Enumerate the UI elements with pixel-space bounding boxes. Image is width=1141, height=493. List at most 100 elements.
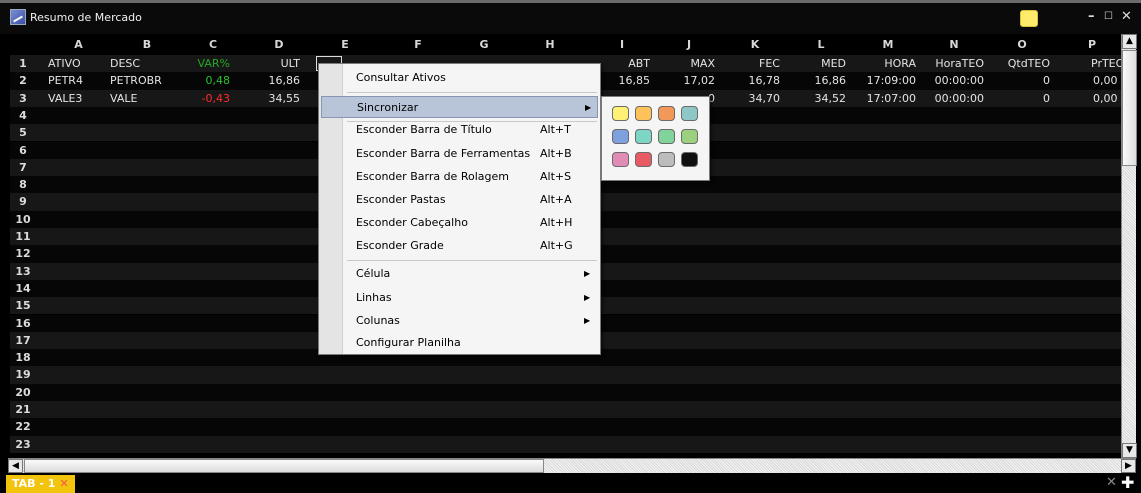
cell[interactable]: ABT — [600, 55, 650, 72]
cell[interactable]: HORA — [856, 55, 916, 72]
sync-color-submenu — [601, 96, 710, 181]
cell[interactable]: FEC — [725, 55, 780, 72]
cell[interactable]: MED — [791, 55, 846, 72]
color-swatch-teal[interactable] — [681, 106, 698, 121]
cell[interactable]: HoraTEO — [922, 55, 984, 72]
close-tab-icon[interactable]: ✕ — [1106, 475, 1117, 490]
color-swatch-aqua[interactable] — [635, 129, 652, 144]
col-header-l[interactable]: L — [791, 34, 851, 55]
color-swatch-blue[interactable] — [612, 129, 629, 144]
cell[interactable]: -0,43 — [180, 90, 230, 107]
cell[interactable]: 16,78 — [725, 72, 781, 89]
table-row[interactable]: 21 — [10, 401, 1121, 419]
cell[interactable]: VALE3 — [48, 90, 108, 107]
table-row[interactable]: 19 — [10, 366, 1121, 384]
cell[interactable]: 16,86 — [791, 72, 847, 89]
menu-item-esconder-cabecalho[interactable]: Esconder Cabeçalho Alt+H — [321, 212, 598, 234]
horizontal-scrollbar[interactable]: ◀ ▶ — [8, 458, 1136, 473]
color-swatch-orange[interactable] — [658, 106, 675, 121]
menu-item-sincronizar[interactable]: Sincronizar ▶ — [321, 96, 598, 118]
menu-item-linhas[interactable]: Linhas ▶ — [321, 287, 598, 309]
tab-close-icon[interactable]: ✕ — [59, 477, 68, 490]
col-header-i[interactable]: I — [592, 34, 652, 55]
col-header-b[interactable]: B — [112, 34, 182, 55]
color-swatch-pink[interactable] — [612, 152, 629, 167]
cell[interactable]: PrTEO — [1091, 55, 1121, 72]
menu-item-colunas[interactable]: Colunas ▶ — [321, 310, 598, 332]
col-header-m[interactable]: M — [858, 34, 918, 55]
cell[interactable]: 17,02 — [660, 72, 716, 89]
cell[interactable]: 34,70 — [725, 90, 781, 107]
cell[interactable]: QtdTEO — [992, 55, 1050, 72]
scroll-up-icon[interactable]: ▲ — [1122, 34, 1137, 49]
sticky-note-button[interactable] — [1020, 10, 1038, 27]
cell[interactable]: 17:09:00 — [856, 72, 916, 89]
cell[interactable]: 0,00 — [1093, 72, 1121, 89]
color-swatch-light-orange[interactable] — [635, 106, 652, 121]
cell[interactable]: 00:00:00 — [922, 72, 984, 89]
cell[interactable]: 00:00:00 — [922, 90, 984, 107]
maximize-icon[interactable]: ☐ — [1104, 11, 1113, 22]
color-swatch-yellow[interactable] — [612, 106, 629, 121]
row-number: 15 — [15, 299, 31, 313]
cell[interactable]: ULT — [250, 55, 300, 72]
col-header-o[interactable]: O — [992, 34, 1052, 55]
cell[interactable]: 0,00 — [1093, 90, 1121, 107]
menu-item-esconder-ferramentas[interactable]: Esconder Barra de Ferramentas Alt+B — [321, 143, 598, 165]
menu-item-consultar-ativos[interactable]: Consultar Ativos — [321, 67, 598, 89]
cell[interactable]: 16,85 — [600, 72, 651, 89]
horizontal-scroll-thumb[interactable] — [24, 459, 544, 473]
tab-label: TAB - 1 — [12, 477, 56, 490]
cell[interactable]: 0,48 — [180, 72, 231, 89]
scroll-right-icon[interactable]: ▶ — [1121, 459, 1136, 473]
minimize-icon[interactable]: – — [1088, 9, 1095, 24]
color-swatch-light-green[interactable] — [681, 129, 698, 144]
col-header-k[interactable]: K — [725, 34, 785, 55]
table-row[interactable]: 20 — [10, 383, 1121, 401]
col-header-c[interactable]: C — [188, 34, 238, 55]
color-swatch-gray[interactable] — [658, 152, 675, 167]
scroll-down-icon[interactable]: ▼ — [1122, 443, 1137, 458]
cell[interactable]: 0 — [992, 90, 1050, 107]
cell[interactable]: 0 — [992, 72, 1050, 89]
col-header-a[interactable]: A — [51, 34, 106, 55]
menu-item-celula[interactable]: Célula ▶ — [321, 263, 598, 285]
menu-item-esconder-titulo[interactable]: Esconder Barra de Título Alt+T — [321, 119, 598, 141]
cell[interactable]: 34,52 — [791, 90, 847, 107]
cell[interactable]: 16,86 — [250, 72, 301, 89]
menu-item-esconder-rolagem[interactable]: Esconder Barra de Rolagem Alt+S — [321, 166, 598, 188]
menu-item-configurar-planilha[interactable]: Configurar Planilha — [321, 332, 598, 354]
cell[interactable]: VALE — [110, 90, 180, 107]
col-header-e[interactable]: E — [320, 34, 370, 55]
close-icon[interactable]: ✕ — [1121, 9, 1132, 24]
vertical-scroll-thumb[interactable] — [1122, 50, 1137, 166]
tab-1[interactable]: TAB - 1 ✕ — [6, 475, 75, 493]
color-swatch-black[interactable] — [681, 152, 698, 167]
col-header-h[interactable]: H — [520, 34, 580, 55]
cell[interactable]: ATIVO — [48, 55, 108, 72]
color-swatch-red[interactable] — [635, 152, 652, 167]
menu-item-esconder-pastas[interactable]: Esconder Pastas Alt+A — [321, 189, 598, 211]
table-row[interactable]: 22 — [10, 418, 1121, 436]
cell[interactable]: MAX — [660, 55, 715, 72]
cell[interactable]: 17:07:00 — [856, 90, 916, 107]
add-tab-icon[interactable]: ✚ — [1121, 473, 1134, 492]
col-header-n[interactable]: N — [924, 34, 984, 55]
col-header-f[interactable]: F — [388, 34, 448, 55]
scroll-left-icon[interactable]: ◀ — [8, 459, 23, 473]
color-swatch-green[interactable] — [658, 129, 675, 144]
menu-item-esconder-grade[interactable]: Esconder Grade Alt+G — [321, 235, 598, 257]
table-row[interactable]: 23 — [10, 435, 1121, 453]
submenu-arrow-icon: ▶ — [584, 316, 591, 325]
col-header-j[interactable]: J — [659, 34, 719, 55]
cell[interactable]: DESC — [110, 55, 180, 72]
cell[interactable]: PETR4 — [48, 72, 108, 89]
vertical-scrollbar[interactable]: ▲ ▼ — [1121, 34, 1137, 458]
row-number: 8 — [19, 178, 27, 192]
col-header-g[interactable]: G — [454, 34, 514, 55]
col-header-p[interactable]: P — [1062, 34, 1121, 55]
cell[interactable]: PETROBR — [110, 72, 180, 89]
cell[interactable]: 34,55 — [250, 90, 301, 107]
col-header-d[interactable]: D — [254, 34, 304, 55]
cell[interactable]: VAR% — [180, 55, 230, 72]
